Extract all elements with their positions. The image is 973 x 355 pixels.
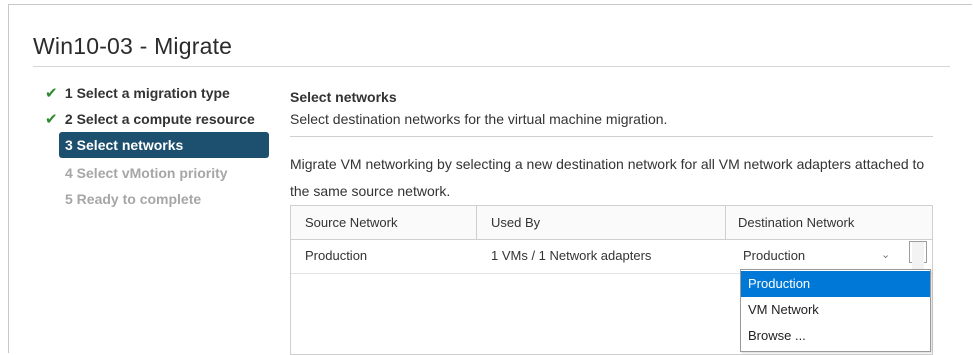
dialog-title: Win10-03 - Migrate xyxy=(33,33,233,59)
section-subtitle: Select destination networks for the virt… xyxy=(290,111,668,127)
step-ready-to-complete: 5 Ready to complete xyxy=(65,186,201,212)
chevron-down-icon[interactable]: ⌄ xyxy=(881,241,890,270)
destination-network-value: Production xyxy=(743,248,806,263)
used-by-cell: 1 VMs / 1 Network adapters xyxy=(491,248,652,263)
column-separator xyxy=(476,206,477,239)
table-header: Source Network Used By Destination Netwo… xyxy=(291,206,932,240)
step-select-networks[interactable]: 3 Select networks xyxy=(59,132,269,158)
column-separator xyxy=(725,206,726,239)
checkmark-icon: ✔ xyxy=(45,111,58,128)
destination-network-select[interactable]: Production ⌄ xyxy=(743,241,903,270)
step-label: 4 Select vMotion priority xyxy=(65,165,228,181)
option-production[interactable]: Production xyxy=(741,271,930,297)
step-select-vmotion-priority: 4 Select vMotion priority xyxy=(65,160,228,186)
step-select-compute-resource[interactable]: ✔ 2 Select a compute resource xyxy=(45,106,255,132)
column-header-destination-network[interactable]: Destination Network xyxy=(738,206,854,239)
source-network-cell: Production xyxy=(305,248,368,263)
option-browse[interactable]: Browse ... xyxy=(741,323,930,349)
section-title: Select networks xyxy=(290,89,397,105)
title-divider xyxy=(33,66,950,67)
checkmark-icon: ✔ xyxy=(45,85,58,102)
step-label: 1 Select a migration type xyxy=(64,85,230,101)
column-header-used-by[interactable]: Used By xyxy=(491,206,540,239)
column-header-source-network[interactable]: Source Network xyxy=(305,206,397,239)
step-label: 5 Ready to complete xyxy=(65,191,202,207)
step-label: 3 Select networks xyxy=(65,137,184,153)
step-select-migration-type[interactable]: ✔ 1 Select a migration type xyxy=(45,80,230,106)
step-label: 2 Select a compute resource xyxy=(64,111,255,127)
section-divider xyxy=(290,136,933,137)
section-description: Migrate VM networking by selecting a new… xyxy=(290,156,925,199)
option-vm-network[interactable]: VM Network xyxy=(741,297,930,323)
destination-network-dropdown: Production VM Network Browse ... xyxy=(740,269,931,352)
